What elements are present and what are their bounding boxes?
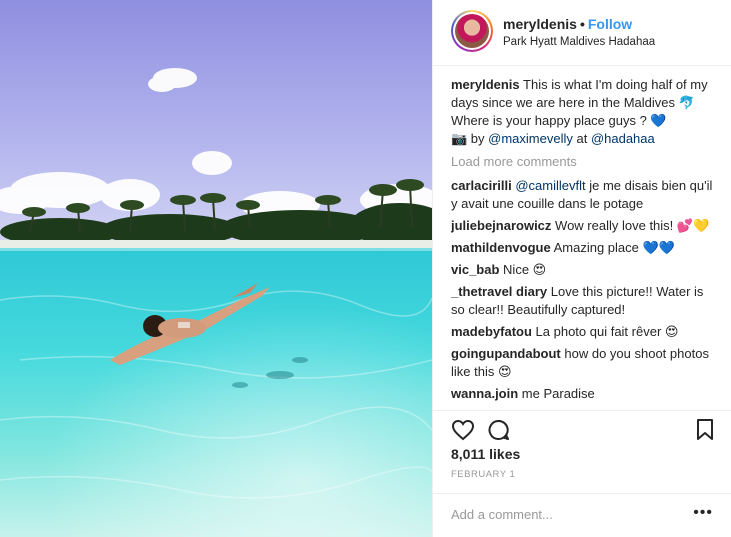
likes-count[interactable]: 8,011 likes xyxy=(451,446,520,462)
post-photo[interactable] xyxy=(0,0,432,537)
comment-username[interactable]: vic_bab xyxy=(451,262,499,277)
comment-text: Amazing place 💙💙 xyxy=(553,240,675,255)
list-item: carlacirilli @camillevflt je me disais b… xyxy=(451,177,715,213)
follow-button[interactable]: Follow xyxy=(588,16,632,32)
caption: meryldenis This is what I'm doing half o… xyxy=(451,76,715,148)
mention-link[interactable]: @hadahaa xyxy=(591,131,655,146)
post-header: meryldenis • Follow Park Hyatt Maldives Ha… xyxy=(433,0,731,66)
comment-text: Nice 😍 xyxy=(503,262,547,277)
comment-username[interactable]: goingupandabout xyxy=(451,346,561,361)
list-item: madebyfatou La photo qui fait rêver 😍 xyxy=(451,323,715,341)
comment-text: me Paradise xyxy=(521,386,595,401)
post-date: FEBRUARY 1 xyxy=(451,469,516,480)
comment-username[interactable]: carlacirilli xyxy=(451,178,512,193)
heart-icon[interactable] xyxy=(451,418,475,447)
mention-link[interactable]: @camillevflt xyxy=(515,178,585,193)
more-options-icon[interactable]: ••• xyxy=(693,504,713,522)
list-item: vic_bab Nice 😍 xyxy=(451,261,715,279)
mention-link[interactable]: @maximevelly xyxy=(488,131,573,146)
header-username[interactable]: meryldenis xyxy=(503,16,577,32)
location-link[interactable]: Park Hyatt Maldives Hadahaa xyxy=(503,36,655,48)
header-user-line: meryldenis • Follow xyxy=(503,16,632,32)
comment-username[interactable]: madebyfatou xyxy=(451,324,532,339)
load-more-comments-link[interactable]: Load more comments xyxy=(451,153,715,171)
add-comment-input[interactable]: Add a comment... xyxy=(451,507,553,522)
post-sidebar: meryldenis • Follow Park Hyatt Maldives Ha… xyxy=(432,0,731,537)
avatar-image xyxy=(455,14,489,48)
avatar-frame xyxy=(453,12,491,50)
separator-dot: • xyxy=(579,16,585,32)
comment-icon[interactable] xyxy=(487,418,511,447)
avatar[interactable] xyxy=(451,10,493,52)
comment-text: La photo qui fait rêver 😍 xyxy=(535,324,679,339)
list-item: juliebejnarowicz Wow really love this! 💕… xyxy=(451,217,715,235)
instagram-post: meryldenis • Follow Park Hyatt Maldives Ha… xyxy=(0,0,731,537)
comment-username[interactable]: juliebejnarowicz xyxy=(451,218,551,233)
caption-text-2: Where is your happy place guys ? 💙 xyxy=(451,113,667,128)
list-item: wanna.join me Paradise xyxy=(451,385,715,403)
caption-at: at xyxy=(572,131,591,146)
list-item: _thetravel diary Love this picture!! Wat… xyxy=(451,283,715,319)
comment-text: Wow really love this! 💕💛 xyxy=(555,218,710,233)
caption-username[interactable]: meryldenis xyxy=(451,77,520,92)
comment-username[interactable]: _thetravel diary xyxy=(451,284,547,299)
comment-username[interactable]: wanna.join xyxy=(451,386,518,401)
action-bar-divider xyxy=(433,410,731,412)
list-item: mathildenvogue Amazing place 💙💙 xyxy=(451,239,715,257)
add-comment-bar: Add a comment... ••• xyxy=(433,493,731,537)
bookmark-icon[interactable] xyxy=(695,418,715,447)
comment-username[interactable]: mathildenvogue xyxy=(451,240,551,255)
list-item: goingupandabout how do you shoot photos … xyxy=(451,345,715,381)
caption-credit-prefix: 📷 by xyxy=(451,131,489,146)
comments-list[interactable]: meryldenis This is what I'm doing half o… xyxy=(451,76,715,409)
underwater-photo xyxy=(0,0,432,537)
